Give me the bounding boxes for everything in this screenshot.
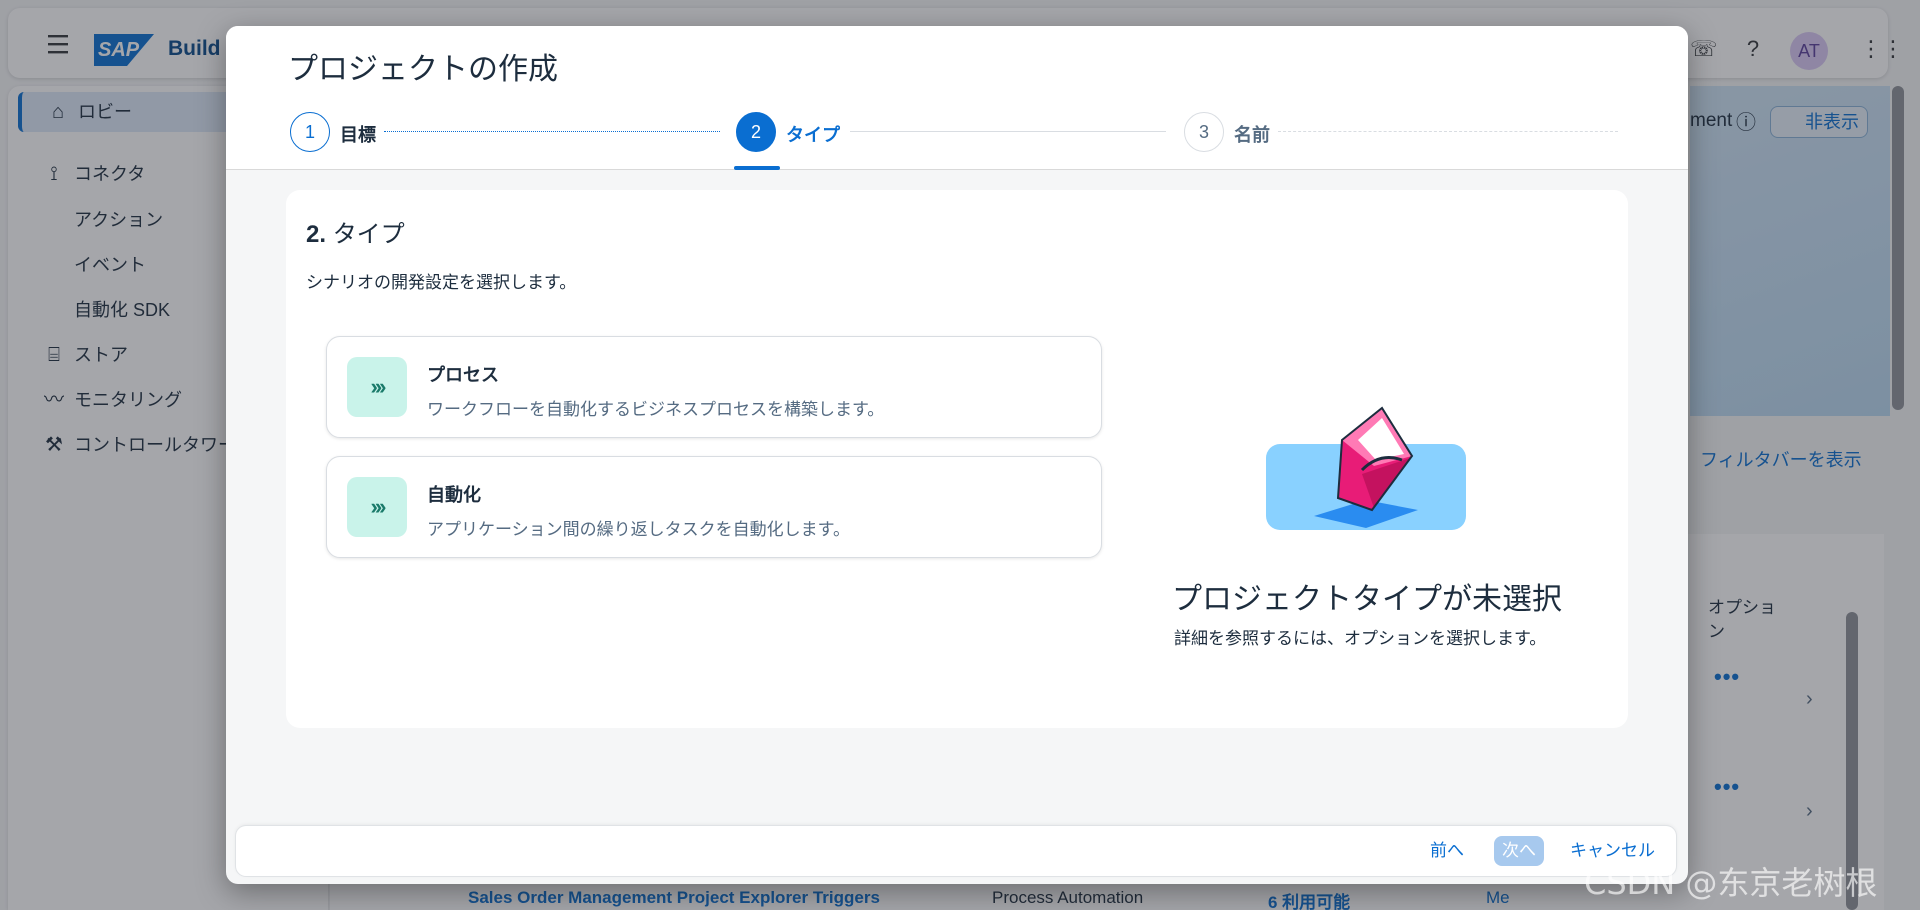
step-label: 目標 (340, 125, 376, 145)
option-title: プロセス (427, 365, 499, 385)
step-number: 1 (290, 112, 330, 152)
empty-state-title: プロジェクトタイプが未選択 (1172, 583, 1562, 616)
step-connector (850, 131, 1166, 132)
option-description: アプリケーション間の繰り返しタスクを自動化します。 (427, 520, 850, 539)
dialog-title: プロジェクトの作成 (288, 53, 558, 86)
chevrons-right-icon: ››› (347, 477, 407, 537)
section-number: 2. (306, 221, 327, 248)
envelope-illustration (1262, 404, 1472, 544)
chevrons-right-icon: ››› (347, 357, 407, 417)
current-step-indicator (734, 166, 780, 170)
section-title: 2. タイプ (306, 214, 405, 249)
dialog-footer: 前へ 次へ キャンセル (236, 826, 1676, 876)
dialog-header: プロジェクトの作成 1 目標 2 タイプ 3 名前 (226, 26, 1688, 170)
option-card-automation[interactable]: ››› 自動化 アプリケーション間の繰り返しタスクを自動化します。 (326, 456, 1102, 558)
option-description: ワークフローを自動化するビジネスプロセスを構築します。 (427, 400, 885, 419)
option-title: 自動化 (427, 485, 481, 505)
create-project-dialog: プロジェクトの作成 1 目標 2 タイプ 3 名前 2. タイプ シナリオの開発… (226, 26, 1688, 884)
step-number: 2 (736, 112, 776, 152)
next-button[interactable]: 次へ (1494, 836, 1544, 866)
step-label: 名前 (1234, 125, 1270, 145)
step-connector (1278, 131, 1618, 132)
step-label: タイプ (786, 125, 840, 145)
previous-button[interactable]: 前へ (1430, 836, 1464, 866)
watermark: CSDN @东京老树根 (1584, 864, 1878, 902)
step-connector (384, 131, 720, 132)
type-selection-panel: 2. タイプ シナリオの開発設定を選択します。 ››› プロセス ワークフローを… (286, 190, 1628, 728)
section-title-text: タイプ (332, 221, 405, 248)
section-description: シナリオの開発設定を選択します。 (306, 273, 577, 292)
option-card-process[interactable]: ››› プロセス ワークフローを自動化するビジネスプロセスを構築します。 (326, 336, 1102, 438)
step-number: 3 (1184, 112, 1224, 152)
empty-state-description: 詳細を参照するには、オプションを選択します。 (1174, 629, 1547, 648)
